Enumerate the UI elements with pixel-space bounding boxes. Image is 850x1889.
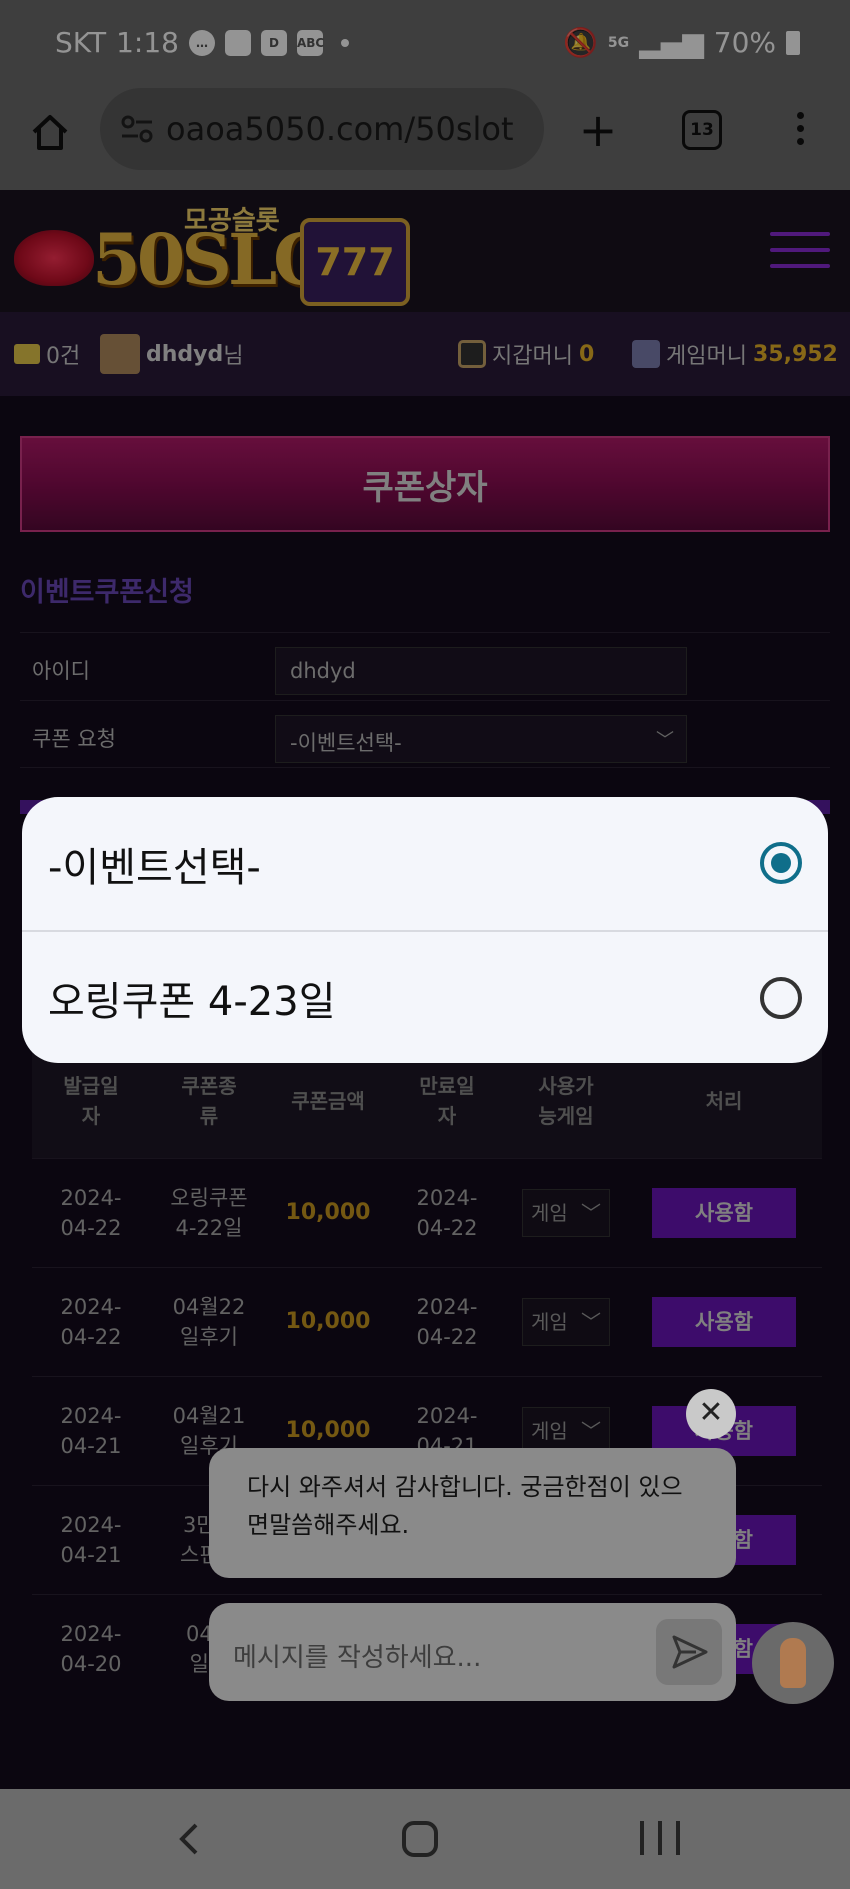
chat-input-placeholder: 메시지를 작성하세요... bbox=[233, 1643, 482, 1673]
chat-message: 다시 와주셔서 감사합니다. 궁금한점이 있으면말씀해주세요. bbox=[209, 1448, 736, 1578]
option-oring-coupon[interactable]: 오링쿠폰 4-23일 bbox=[22, 930, 828, 1063]
chat-input[interactable]: 메시지를 작성하세요... bbox=[209, 1603, 736, 1701]
chat-avatar[interactable] bbox=[752, 1622, 834, 1704]
chat-close-button[interactable]: ✕ bbox=[686, 1389, 736, 1439]
option-event-select[interactable]: -이벤트선택- bbox=[22, 797, 828, 930]
recent-apps-icon[interactable] bbox=[640, 1821, 680, 1857]
home-nav-icon[interactable] bbox=[402, 1821, 438, 1857]
option-label: -이벤트선택- bbox=[48, 844, 261, 891]
system-nav-bar bbox=[0, 1789, 850, 1889]
radio-checked-icon[interactable] bbox=[760, 842, 802, 884]
send-button[interactable] bbox=[656, 1619, 722, 1685]
back-icon[interactable] bbox=[170, 1819, 210, 1859]
event-select-dialog: -이벤트선택- 오링쿠폰 4-23일 bbox=[22, 797, 828, 1063]
option-label: 오링쿠폰 4-23일 bbox=[48, 978, 336, 1025]
radio-unchecked-icon[interactable] bbox=[760, 977, 802, 1019]
send-icon bbox=[672, 1635, 708, 1669]
